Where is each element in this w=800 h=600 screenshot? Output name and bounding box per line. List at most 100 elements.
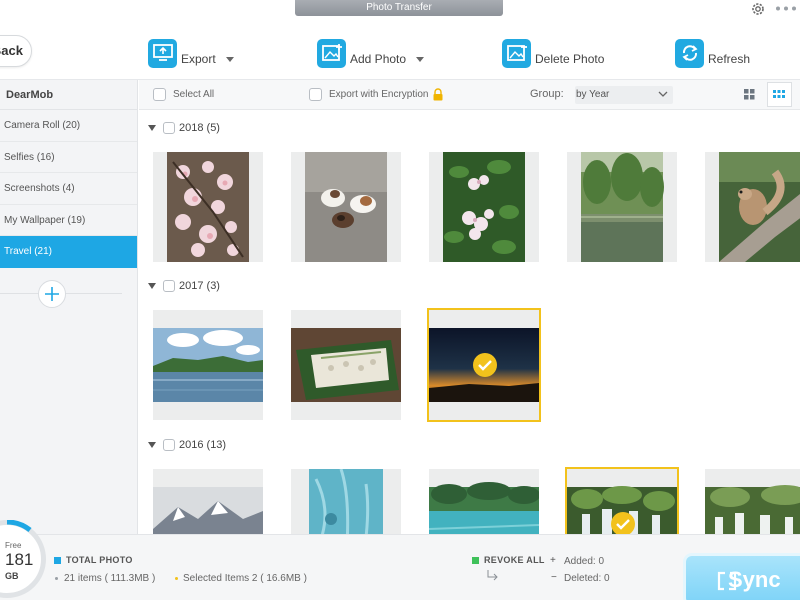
delete-photo-button[interactable]: Delete Photo <box>502 38 604 68</box>
storage-free-label: Free <box>5 541 22 550</box>
puppies-photo <box>305 152 387 262</box>
small-grid-view-button[interactable] <box>767 82 792 107</box>
turquoise-lake-photo <box>429 482 539 534</box>
refresh-button[interactable]: Refresh <box>675 38 750 68</box>
export-icon <box>148 38 177 68</box>
collapse-triangle-icon[interactable] <box>148 283 156 289</box>
photo-thumbnail[interactable] <box>153 152 263 262</box>
group-label: 2018 (5) <box>179 122 220 134</box>
photo-thumbnail[interactable] <box>705 469 800 534</box>
water-photo <box>309 469 383 534</box>
cherry-blossom-photo <box>167 152 249 262</box>
group-header-2017[interactable]: 2017 (3) <box>139 276 220 296</box>
sidebar-item-selfies[interactable]: Selfies (16) <box>0 142 137 173</box>
photo-thumbnail[interactable] <box>429 469 539 534</box>
export-label: Export <box>181 52 216 66</box>
river-forest-photo <box>581 152 664 262</box>
title-bar: Photo Transfer <box>0 0 800 22</box>
revoke-arrow-icon <box>487 570 498 581</box>
group-checkbox[interactable] <box>163 122 175 134</box>
photo-thumbnail[interactable] <box>429 152 539 262</box>
photo-thumbnail-selected[interactable] <box>427 308 541 422</box>
add-album-button[interactable] <box>38 280 66 308</box>
revoke-all-button[interactable]: REVOKE ALL <box>484 555 545 565</box>
add-photo-button[interactable]: Add Photo <box>317 38 425 68</box>
collapse-triangle-icon[interactable] <box>148 125 156 131</box>
export-encryption-label: Export with Encryption <box>329 89 429 100</box>
sidebar-item-travel[interactable]: Travel (21) <box>0 236 137 268</box>
photo-thumbnail[interactable] <box>567 152 677 262</box>
total-photo-label: TOTAL PHOTO <box>66 555 133 565</box>
collapse-triangle-icon[interactable] <box>148 442 156 448</box>
selected-check-icon <box>611 512 635 534</box>
toolbar: Back Export Add Photo Delete Photo Refre… <box>0 22 800 80</box>
food-photo <box>291 328 401 402</box>
sidebar-item-screenshots[interactable]: Screenshots (4) <box>0 173 137 205</box>
photo-thumbnail-selected[interactable] <box>565 467 679 534</box>
group-header-2016[interactable]: 2016 (13) <box>139 435 226 455</box>
lock-icon <box>433 88 443 101</box>
grid-icon <box>744 89 755 100</box>
large-grid-view-button[interactable] <box>737 82 762 107</box>
total-photo-marker <box>54 557 61 564</box>
deleted-count: Deleted: 0 <box>564 573 610 584</box>
photo-thumbnail[interactable] <box>153 469 263 534</box>
export-encryption-checkbox[interactable] <box>309 88 322 101</box>
delete-photo-icon <box>502 38 531 68</box>
group-label: 2017 (3) <box>179 280 220 292</box>
lake-photo <box>153 328 263 402</box>
falls-photo <box>705 485 800 534</box>
items-count: 21 items ( 111.3MB ) <box>64 573 156 584</box>
group-header-2018[interactable]: 2018 (5) <box>139 118 220 138</box>
sync-button[interactable]: Sync <box>686 556 800 600</box>
filter-bar: Select All Export with Encryption Group:… <box>139 80 800 110</box>
sidebar-item-my-wallpaper[interactable]: My Wallpaper (19) <box>0 205 137 236</box>
group-checkbox[interactable] <box>163 439 175 451</box>
added-plus-icon: + <box>550 555 556 566</box>
revoke-marker <box>472 557 479 564</box>
storage-gauge: Free 181 GB <box>0 520 46 598</box>
white-flowers-photo <box>443 152 525 262</box>
select-all-checkbox[interactable] <box>153 88 166 101</box>
photo-grid: 2018 (5) 2017 (3) 2016 (13) <box>139 110 800 534</box>
storage-unit: GB <box>5 571 19 581</box>
plus-icon <box>45 287 59 301</box>
group-select[interactable]: by Year <box>575 86 673 104</box>
storage-value: 181 <box>5 550 34 569</box>
sidebar: DearMob Camera Roll (20) Selfies (16) Sc… <box>0 80 138 534</box>
window-controls-icon[interactable] <box>775 6 797 11</box>
chevron-down-icon[interactable] <box>225 56 234 62</box>
gear-icon[interactable] <box>750 1 766 17</box>
group-checkbox[interactable] <box>163 280 175 292</box>
photo-thumbnail[interactable] <box>291 310 401 420</box>
small-grid-icon <box>773 90 785 98</box>
add-photo-label: Add Photo <box>350 52 407 66</box>
group-select-value: by Year <box>576 89 610 100</box>
sidebar-device-name: DearMob <box>0 80 137 110</box>
selected-items: Selected Items 2 ( 16.6MB ) <box>183 573 307 584</box>
chevron-down-icon[interactable] <box>416 56 425 62</box>
photo-thumbnail[interactable] <box>153 310 263 420</box>
added-count: Added: 0 <box>564 556 605 567</box>
bullet <box>55 577 58 580</box>
add-photo-icon <box>317 38 346 68</box>
selected-check-icon <box>473 353 497 377</box>
sync-icon <box>717 571 737 591</box>
photo-thumbnail[interactable] <box>291 469 401 534</box>
chevron-down-icon <box>658 91 668 97</box>
sidebar-item-camera-roll[interactable]: Camera Roll (20) <box>0 110 137 142</box>
group-label: 2016 (13) <box>179 439 227 451</box>
photo-thumbnail[interactable] <box>705 152 800 262</box>
bullet <box>175 577 178 580</box>
mountains-photo <box>153 487 263 534</box>
group-label: Group: <box>530 88 564 100</box>
window-title: Photo Transfer <box>295 0 503 16</box>
deleted-minus-icon: − <box>551 572 557 583</box>
refresh-label: Refresh <box>708 52 751 66</box>
export-button[interactable]: Export <box>148 38 234 68</box>
delete-photo-label: Delete Photo <box>535 52 605 66</box>
back-button[interactable]: Back <box>0 35 32 67</box>
photo-thumbnail[interactable] <box>291 152 401 262</box>
refresh-icon <box>675 38 704 68</box>
select-all-label: Select All <box>173 89 215 100</box>
